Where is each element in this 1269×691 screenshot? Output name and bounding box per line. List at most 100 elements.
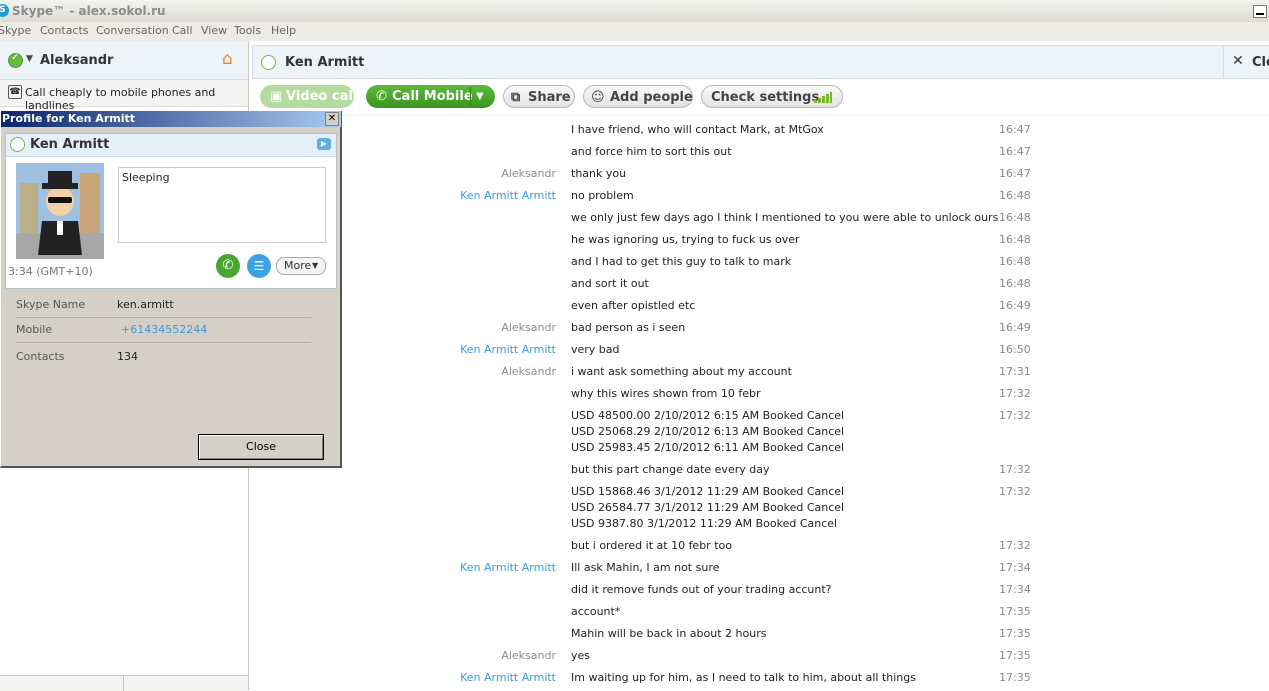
chat-message: but i ordered it at 10 febr too 17:32 bbox=[252, 538, 1269, 554]
more-button[interactable]: More ▼ bbox=[276, 257, 326, 275]
menu-skype[interactable]: Skype bbox=[0, 24, 31, 37]
message-timestamp: 17:31 bbox=[999, 365, 1031, 378]
share-label: Share bbox=[528, 90, 571, 105]
chevron-down-icon[interactable]: ▼ bbox=[26, 54, 33, 64]
profile-field-contacts: Contacts 134 bbox=[16, 344, 311, 369]
message-line: even after opistled etc bbox=[571, 299, 696, 312]
message-line: but i ordered it at 10 febr too bbox=[571, 539, 732, 552]
message-line: USD 26584.77 3/1/2012 11:29 AM Booked Ca… bbox=[571, 501, 845, 514]
window-title: Skype™ - alex.sokol.ru bbox=[12, 4, 166, 18]
field-value: ken.armitt bbox=[117, 298, 174, 311]
message-text: Ill ask Mahin, I am not sure bbox=[571, 560, 981, 576]
divider bbox=[123, 676, 124, 691]
message-line: and I had to get this guy to talk to mar… bbox=[571, 255, 792, 268]
menu-conversation[interactable]: Conversation bbox=[96, 24, 169, 37]
message-timestamp: 16:48 bbox=[999, 277, 1031, 290]
call-icon[interactable]: ✆ bbox=[216, 254, 240, 278]
message-line: Im waiting up for him, as I need to talk… bbox=[571, 671, 916, 684]
message-timestamp: 16:48 bbox=[999, 189, 1031, 202]
check-settings-button[interactable]: Check settings bbox=[701, 85, 843, 108]
profile-dialog: Profile for Ken Armitt ✕ Ken Armitt ▶ bbox=[0, 111, 342, 468]
chevron-down-icon[interactable]: ▼ bbox=[476, 85, 484, 108]
message-line: but this part change date every day bbox=[571, 463, 770, 476]
message-text: thank you bbox=[571, 166, 981, 182]
message-text: did it remove funds out of your trading … bbox=[571, 582, 981, 598]
message-sender[interactable]: Aleksandr bbox=[316, 321, 556, 334]
chat-message: Ken Armitt Armitt Ill ask Mahin, I am not… bbox=[252, 560, 1269, 576]
message-timestamp: 17:32 bbox=[999, 539, 1031, 552]
call-mobile-button[interactable]: ✆ Call Mobile ▼ bbox=[366, 85, 495, 108]
message-line: Ill ask Mahin, I am not sure bbox=[571, 561, 720, 574]
menu-contacts[interactable]: Contacts bbox=[40, 24, 89, 37]
chat-history[interactable]: I have friend, who will contact Mark, at… bbox=[252, 117, 1269, 690]
home-icon[interactable]: ⌂ bbox=[222, 51, 233, 68]
chat-message: and sort it out 16:48 bbox=[252, 276, 1269, 292]
chat-message: USD 15868.46 3/1/2012 11:29 AM Booked Ca… bbox=[252, 484, 1269, 532]
menu-help[interactable]: Help bbox=[271, 24, 296, 37]
message-line: account* bbox=[571, 605, 621, 618]
menu-call[interactable]: Call bbox=[172, 24, 193, 37]
close-button[interactable]: Close bbox=[198, 434, 324, 460]
chat-icon[interactable]: ☰ bbox=[247, 254, 271, 278]
mood-text: Sleeping bbox=[122, 171, 170, 184]
video-camera-icon: ▣ bbox=[270, 89, 283, 104]
menu-tools[interactable]: Tools bbox=[234, 24, 261, 37]
message-timestamp: 16:48 bbox=[999, 255, 1031, 268]
message-sender[interactable]: Aleksandr bbox=[316, 167, 556, 180]
chat-message: Ken Armitt Armitt Im waiting up for him, … bbox=[252, 670, 1269, 686]
video-camera-icon[interactable]: ▶ bbox=[317, 138, 331, 150]
video-call-label: Video call bbox=[286, 89, 358, 104]
my-profile-bar[interactable]: ▼ Aleksandr ⌂ bbox=[0, 41, 248, 80]
message-line: very bad bbox=[571, 343, 620, 356]
message-line: Mahin will be back in about 2 hours bbox=[571, 627, 767, 640]
profile-dialog-titlebar: Profile for Ken Armitt ✕ bbox=[1, 111, 341, 127]
divider bbox=[470, 87, 471, 106]
mobile-number-link[interactable]: +61434552244 bbox=[121, 323, 207, 336]
message-sender[interactable]: Aleksandr bbox=[316, 365, 556, 378]
message-sender[interactable]: Aleksandr bbox=[316, 649, 556, 662]
phone-icon: ☎ bbox=[8, 85, 22, 99]
message-timestamp: 17:32 bbox=[999, 485, 1031, 498]
message-line: USD 15868.46 3/1/2012 11:29 AM Booked Ca… bbox=[571, 485, 845, 498]
call-mobile-label: Call Mobile bbox=[392, 89, 473, 104]
contact-status-icon bbox=[10, 136, 25, 152]
message-text: USD 48500.00 2/10/2012 6:15 AM Booked Ca… bbox=[571, 408, 981, 456]
menu-view[interactable]: View bbox=[201, 24, 227, 37]
close-conversation-button[interactable]: ✕ Clo bbox=[1223, 46, 1269, 78]
add-people-button[interactable]: ☺ Add people bbox=[583, 85, 693, 108]
message-line: bad person as i seen bbox=[571, 321, 686, 334]
message-text: even after opistled etc bbox=[571, 298, 981, 314]
message-text: Im waiting up for him, as I need to talk… bbox=[571, 670, 981, 686]
message-text: account* bbox=[571, 604, 981, 620]
message-text: very bad bbox=[571, 342, 981, 358]
message-timestamp: 16:48 bbox=[999, 211, 1031, 224]
message-sender[interactable]: Ken Armitt Armitt bbox=[316, 189, 556, 202]
field-value: 134 bbox=[117, 350, 138, 363]
profile-name: Ken Armitt bbox=[30, 137, 110, 152]
phone-icon: ✆ bbox=[376, 89, 387, 104]
message-text: and sort it out bbox=[571, 276, 981, 292]
message-line: USD 25983.45 2/10/2012 6:11 AM Booked Ca… bbox=[571, 441, 845, 454]
avatar-image bbox=[16, 163, 104, 259]
close-icon[interactable]: ✕ bbox=[325, 112, 339, 126]
chat-message: we only just few days ago I think I ment… bbox=[252, 210, 1269, 226]
message-text: bad person as i seen bbox=[571, 320, 981, 336]
message-text: i want ask something about my account bbox=[571, 364, 981, 380]
message-sender[interactable]: Ken Armitt Armitt bbox=[316, 561, 556, 574]
chat-message: why this wires shown from 10 febr 17:32 bbox=[252, 386, 1269, 402]
message-text: why this wires shown from 10 febr bbox=[571, 386, 981, 402]
message-timestamp: 16:47 bbox=[999, 167, 1031, 180]
online-status-icon[interactable] bbox=[8, 52, 23, 68]
message-sender[interactable]: Ken Armitt Armitt bbox=[316, 343, 556, 356]
share-button[interactable]: ⧉ Share bbox=[503, 85, 575, 108]
minimize-button[interactable] bbox=[1253, 5, 1267, 18]
chat-message: Mahin will be back in about 2 hours 17:35 bbox=[252, 626, 1269, 642]
contact-status-icon bbox=[261, 54, 276, 70]
window-titlebar: S Skype™ - alex.sokol.ru bbox=[0, 0, 1269, 23]
message-sender[interactable]: Ken Armitt Armitt bbox=[316, 671, 556, 684]
message-timestamp: 17:34 bbox=[999, 561, 1031, 574]
message-timestamp: 16:47 bbox=[999, 123, 1031, 136]
more-label: More bbox=[284, 259, 312, 272]
promo-banner[interactable]: ☎ Call cheaply to mobile phones and land… bbox=[0, 80, 248, 112]
video-call-button[interactable]: ▣ Video call bbox=[260, 85, 358, 108]
